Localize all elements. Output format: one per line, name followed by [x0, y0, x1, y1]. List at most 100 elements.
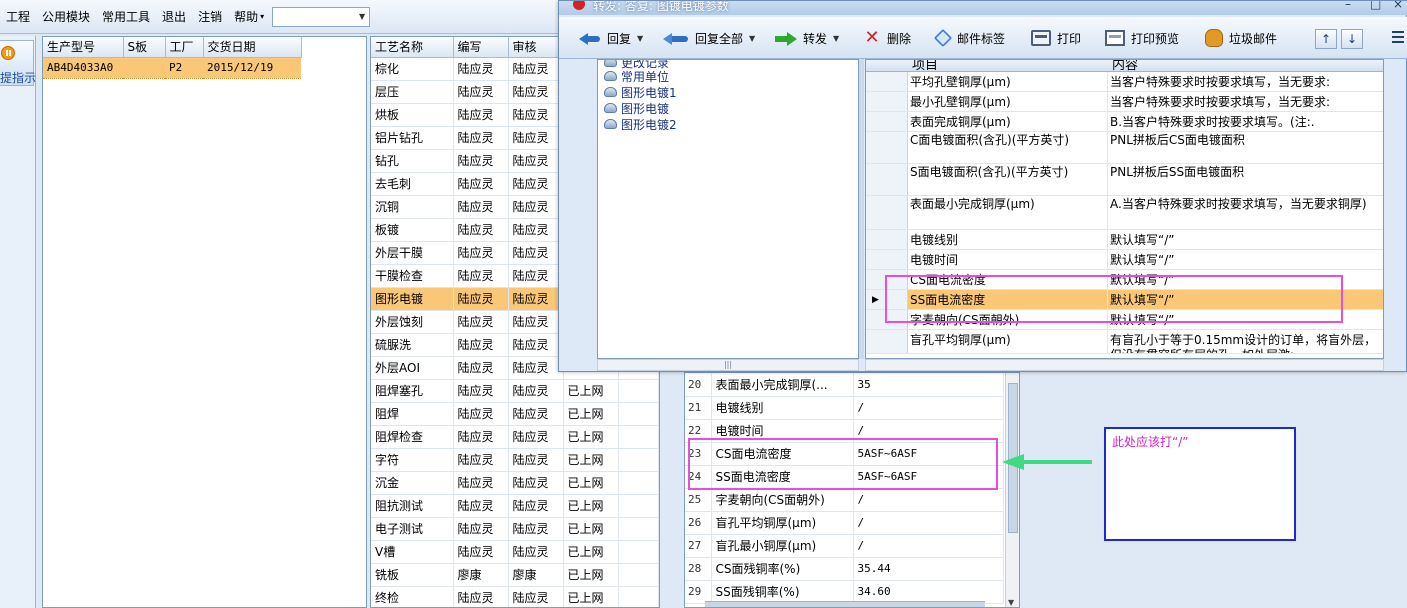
delete-button[interactable]: ✕ 删除 — [863, 25, 911, 51]
move-up-button[interactable]: ↑ — [1315, 29, 1337, 49]
table-row[interactable]: 终检 陆应灵 陆应灵 已上网 — [371, 586, 659, 607]
col-author[interactable]: 编写 — [453, 37, 509, 58]
chevron-down-icon[interactable]: ▼ — [355, 8, 369, 26]
table-row[interactable]: 阻焊检查 陆应灵 陆应灵 已上网 — [371, 425, 659, 449]
col-process-name[interactable]: 工艺名称 — [371, 37, 454, 58]
param-row[interactable]: 电镀时间 默认填写“/” — [866, 250, 1383, 270]
vertical-scrollbar[interactable]: ▼ — [1005, 373, 1019, 607]
move-down-button[interactable]: ↓ — [1341, 29, 1363, 49]
menu-logout[interactable]: 注销 — [192, 0, 228, 34]
chevron-down-icon[interactable]: ▼ — [833, 34, 839, 43]
highlight-box-lower — [688, 438, 998, 490]
print-label: 打印 — [1057, 31, 1082, 46]
param-row[interactable]: 最小孔壁铜厚(μm) 当客户特殊要求时按要求填写，当无要求: — [866, 92, 1383, 112]
close-button[interactable]: × — [1393, 1, 1403, 11]
param-row[interactable]: 平均孔壁铜厚(μm) 当客户特殊要求时按要求填写，当无要求: — [866, 72, 1383, 92]
menu-lines-icon[interactable] — [1392, 31, 1404, 45]
param-row[interactable]: 表面最小完成铜厚(μm) A.当客户特殊要求时按要求填写，当无要求铜厚) — [866, 196, 1383, 230]
dialog-titlebar[interactable]: 转发: 答复: 图镀电镀参数 – □ × — [559, 1, 1407, 15]
table-row[interactable]: 20 表面最小完成铜厚(... 35 — [685, 373, 1004, 397]
row-selector[interactable] — [866, 330, 908, 353]
col-reviewer[interactable]: 审核 — [508, 37, 564, 58]
cell-param-value: 34.60 — [853, 580, 1004, 604]
table-row[interactable]: 26 盲孔平均铜厚(μm) / — [685, 511, 1004, 535]
param-row[interactable]: S面电镀面积(含孔)(平方英寸) PNL拼板后SS面电镀面积 — [866, 164, 1383, 196]
horizontal-scrollbar[interactable] — [705, 601, 985, 607]
tree-node-common-units[interactable]: 常用单位 — [604, 68, 669, 84]
row-selector[interactable] — [866, 72, 908, 91]
tree-node-pattern-plating[interactable]: 图形电镀 — [604, 100, 669, 116]
tree-horizontal-scrollbar[interactable]: ||| — [597, 359, 859, 371]
left-toolbar: 提指示 — [0, 36, 36, 608]
row-selector[interactable] — [866, 164, 908, 195]
row-selector[interactable] — [866, 230, 908, 249]
table-row[interactable]: V槽 陆应灵 陆应灵 已上网 — [371, 540, 659, 564]
table-row[interactable]: AB4D4033A0 P2 2015/12/19 — [43, 57, 301, 79]
col-s-board[interactable]: S板 — [123, 37, 166, 58]
menu-help[interactable]: 帮助 — [228, 0, 264, 34]
maximize-button[interactable]: □ — [1370, 1, 1381, 11]
reply-button[interactable]: 回复 ▼ — [579, 25, 643, 51]
reply-all-button[interactable]: 回复全部 ▼ — [663, 25, 755, 51]
param-horizontal-scrollbar[interactable] — [865, 359, 1384, 371]
param-row[interactable]: 盲孔平均铜厚(μm)有盲孔小于等于0.15mm设计的订单，将盲外层，但没有贯穿所… — [866, 330, 1383, 354]
table-row[interactable]: 27 盲孔最小铜厚(μm) / — [685, 534, 1004, 558]
row-selector[interactable] — [866, 196, 908, 229]
col-content[interactable]: 内容 — [1112, 60, 1138, 73]
cell-param-value: / — [853, 511, 1004, 535]
forward-button[interactable]: 转发 ▼ — [775, 25, 839, 51]
cell-param-value: / — [853, 488, 1004, 512]
junk-mail-button[interactable]: 垃圾邮件 — [1205, 25, 1277, 51]
cell-reviewer: 陆应灵 — [508, 57, 564, 81]
col-item[interactable]: 项目 — [912, 60, 938, 73]
table-row[interactable]: 字符 陆应灵 陆应灵 已上网 — [371, 448, 659, 472]
row-selector[interactable] — [866, 112, 908, 131]
scroll-down-icon[interactable]: ▼ — [1008, 598, 1014, 607]
col-model[interactable]: 生产型号 — [43, 37, 124, 58]
folder-icon — [604, 71, 617, 81]
cell-param-name: 盲孔平均铜厚(μm) — [711, 511, 854, 535]
cell-extra — [618, 563, 659, 587]
cell-status: 已上网 — [563, 425, 619, 449]
row-selector[interactable] — [866, 92, 908, 111]
tree-node-pattern-plating-1[interactable]: 图形电镀1 — [604, 84, 677, 100]
table-row[interactable]: 电子测试 陆应灵 陆应灵 已上网 — [371, 517, 659, 541]
param-item-content: PNL拼板后SS面电镀面积 — [1110, 165, 1245, 179]
cell-author: 陆应灵 — [453, 195, 509, 219]
cell-process-name: 沉铜 — [371, 195, 454, 219]
col-delivery-date[interactable]: 交货日期 — [203, 37, 302, 58]
row-selector[interactable] — [866, 132, 908, 163]
panel-splitter[interactable] — [859, 59, 864, 359]
table-row[interactable]: 铣板 廖康 廖康 已上网 — [371, 563, 659, 587]
instruction-button[interactable]: 提指示 — [0, 40, 36, 86]
chevron-down-icon[interactable]: ▼ — [637, 34, 643, 43]
cell-author: 陆应灵 — [453, 540, 509, 564]
minimize-button[interactable]: – — [1345, 1, 1351, 11]
menu-project[interactable]: 工程 — [0, 0, 36, 34]
table-row[interactable]: 阻焊塞孔 陆应灵 陆应灵 已上网 — [371, 379, 659, 403]
menu-common-module[interactable]: 公用模块 — [36, 0, 96, 34]
param-row[interactable]: 电镀线别 默认填写“/” — [866, 230, 1383, 250]
chevron-down-icon[interactable]: ▼ — [749, 34, 755, 43]
table-row[interactable]: 29 SS面残铜率(%) 34.60 — [685, 580, 1004, 604]
mail-tag-button[interactable]: 邮件标签 — [933, 25, 1005, 51]
chevron-down-icon[interactable]: ▾ — [260, 12, 264, 21]
table-row[interactable]: 21 电镀线别 / — [685, 396, 1004, 420]
table-row[interactable]: 阻焊 陆应灵 陆应灵 已上网 — [371, 402, 659, 426]
param-row[interactable]: C面电镀面积(含孔)(平方英寸) PNL拼板后CS面电镀面积 — [866, 132, 1383, 164]
table-row[interactable]: 25 字麦朝向(CS面朝外) / — [685, 488, 1004, 512]
print-button[interactable]: 打印 — [1031, 25, 1081, 51]
table-row[interactable]: 28 CS面残铜率(%) 35.44 — [685, 557, 1004, 581]
print-preview-button[interactable]: 打印预览 — [1105, 25, 1179, 51]
param-row[interactable]: 表面完成铜厚(μm) B.当客户特殊要求时按要求填写。(注:. — [866, 112, 1383, 132]
tree-node-pattern-plating-2[interactable]: 图形电镀2 — [604, 116, 677, 132]
cell-row-number: 21 — [685, 396, 712, 420]
menu-tools[interactable]: 常用工具 — [96, 0, 156, 34]
table-row[interactable]: 沉金 陆应灵 陆应灵 已上网 — [371, 471, 659, 495]
param-item-content: 默认填写“/” — [1110, 233, 1175, 247]
menu-combo-select[interactable]: ▼ — [272, 6, 371, 27]
col-factory[interactable]: 工厂 — [165, 37, 204, 58]
menu-exit[interactable]: 退出 — [156, 0, 192, 34]
row-selector[interactable] — [866, 250, 908, 269]
table-row[interactable]: 阻抗测试 陆应灵 陆应灵 已上网 — [371, 494, 659, 518]
